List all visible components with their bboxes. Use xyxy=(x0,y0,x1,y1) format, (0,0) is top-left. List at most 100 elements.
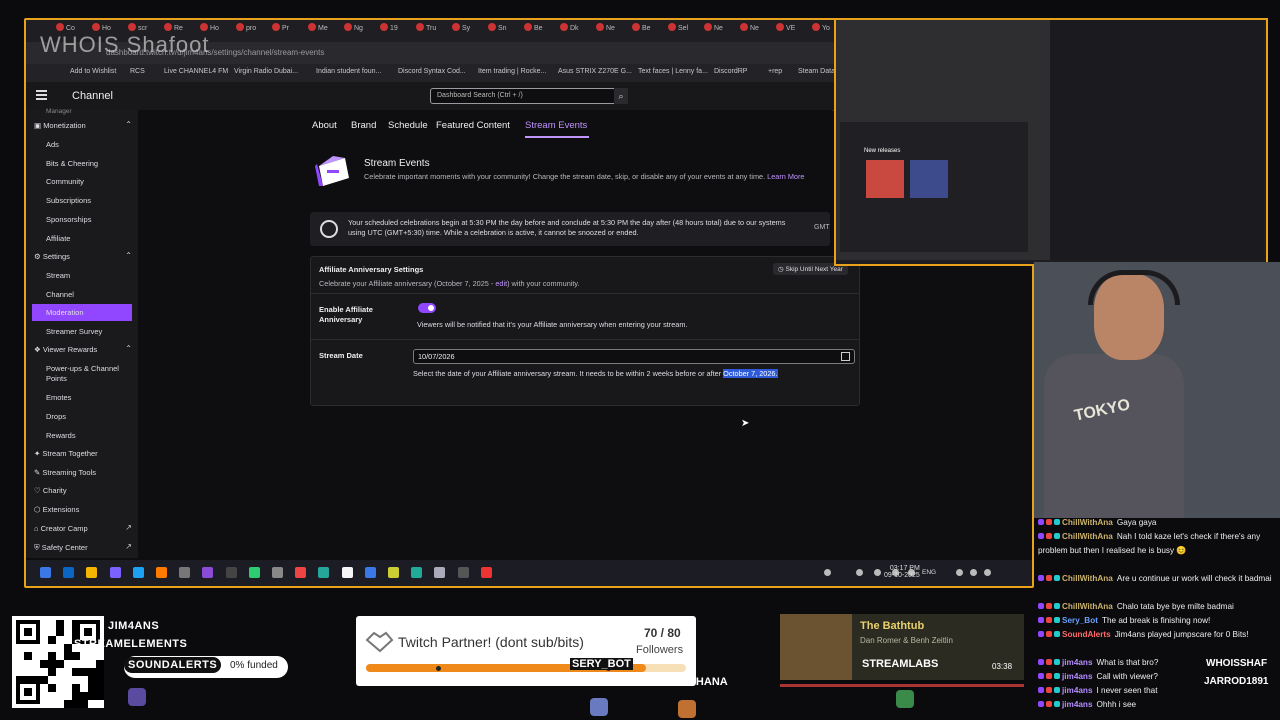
bookmark-link[interactable]: Asus STRIX Z270E G... xyxy=(558,68,632,75)
browser-tab[interactable]: Pr xyxy=(272,23,306,39)
taskbar-app-icon[interactable] xyxy=(272,567,283,578)
bookmark-link[interactable]: Indian student foun... xyxy=(316,68,381,75)
chat-username[interactable]: jim4ans xyxy=(1062,700,1093,709)
chevron-up-icon[interactable]: ⌃ xyxy=(125,344,132,353)
browser-tab[interactable]: VE xyxy=(776,23,810,39)
browser-tab[interactable]: Be xyxy=(632,23,666,39)
chat-username[interactable]: jim4ans xyxy=(1062,658,1093,667)
sidebar-item[interactable]: ♡ Charity xyxy=(34,486,67,495)
chat-username[interactable]: Sery_Bot xyxy=(1062,616,1098,625)
bookmark-link[interactable]: Add to Wishlist xyxy=(70,68,116,75)
browser-tab[interactable]: Ne xyxy=(740,23,774,39)
tray-icon[interactable] xyxy=(956,569,963,576)
sidebar-item[interactable]: Community xyxy=(46,177,84,186)
taskbar-app-icon[interactable] xyxy=(411,567,423,578)
taskbar-app-icon[interactable] xyxy=(457,567,469,578)
tab-schedule[interactable]: Schedule xyxy=(388,120,428,131)
tray-icon[interactable] xyxy=(856,569,863,576)
chat-username[interactable]: jim4ans xyxy=(1062,686,1093,695)
taskbar-app-icon[interactable] xyxy=(86,567,98,578)
browser-tab[interactable]: Ne xyxy=(704,23,738,39)
taskbar-app-icon[interactable] xyxy=(156,567,167,578)
taskbar-app-icon[interactable] xyxy=(480,567,492,578)
tab-about[interactable]: About xyxy=(312,120,337,131)
sidebar-item[interactable]: Sponsorships xyxy=(46,215,91,224)
browser-tab[interactable]: Be xyxy=(524,23,558,39)
chat-username[interactable]: ChillWithAna xyxy=(1062,518,1113,527)
bookmark-link[interactable]: Live CHANNEL4 FM xyxy=(164,68,228,75)
bookmark-link[interactable]: Item trading | Rocke... xyxy=(478,68,546,75)
browser-tab[interactable]: 19 xyxy=(380,23,414,39)
browser-tab[interactable]: pro xyxy=(236,23,270,39)
sidebar-item[interactable]: Moderation xyxy=(46,308,84,317)
tab-stream-events[interactable]: Stream Events xyxy=(525,120,587,131)
chat-username[interactable]: ChillWithAna xyxy=(1062,574,1113,583)
sidebar-item[interactable]: ✎ Streaming Tools xyxy=(34,468,96,477)
clock[interactable]: 03:17 PM 09-10-2025 xyxy=(884,565,920,579)
browser-tab[interactable]: Sn xyxy=(488,23,522,39)
bookmark-link[interactable]: +rep xyxy=(768,68,782,75)
sidebar-group-viewer-rewards[interactable]: ❖ Viewer Rewards xyxy=(34,345,97,354)
menu-icon[interactable] xyxy=(36,90,47,100)
date-value[interactable]: 10/07/2026 xyxy=(418,352,455,361)
bookmark-link[interactable]: RCS xyxy=(130,68,145,75)
learn-more-link[interactable]: Learn More xyxy=(767,172,804,181)
bookmark-link[interactable]: Discord Syntax Cod... xyxy=(398,68,466,75)
dashboard-search-input[interactable]: Dashboard Search (Ctrl + /) xyxy=(430,88,618,104)
taskbar-app-icon[interactable] xyxy=(40,567,51,578)
chat-username[interactable]: jim4ans xyxy=(1062,672,1093,681)
taskbar-app-icon[interactable] xyxy=(132,567,144,578)
sidebar-item-manager[interactable]: Manager xyxy=(46,108,72,115)
bookmark-link[interactable]: Steam Datab xyxy=(798,68,839,75)
taskbar-app-icon[interactable] xyxy=(109,567,121,578)
external-link-icon[interactable]: ↗ xyxy=(125,542,132,551)
sidebar-item[interactable]: Ads xyxy=(46,140,59,149)
sidebar-item[interactable]: Affiliate xyxy=(46,234,70,243)
tab-featured-content[interactable]: Featured Content xyxy=(436,120,510,131)
sidebar-item[interactable]: Rewards xyxy=(46,431,76,440)
taskbar-app-icon[interactable] xyxy=(63,567,75,578)
sidebar-item[interactable]: ✦ Stream Together xyxy=(34,449,98,458)
bookmark-link[interactable]: DiscordRP xyxy=(714,68,747,75)
browser-tab[interactable]: Tru xyxy=(416,23,450,39)
taskbar-app-icon[interactable] xyxy=(388,567,399,578)
sidebar-item[interactable]: Subscriptions xyxy=(46,196,91,205)
browser-tab[interactable]: Ng xyxy=(344,23,378,39)
sidebar-group-monetization[interactable]: ▣ Monetization xyxy=(34,121,86,130)
browser-tab[interactable]: Dk xyxy=(560,23,594,39)
chat-username[interactable]: ChillWithAna xyxy=(1062,532,1113,541)
taskbar-app-icon[interactable] xyxy=(318,567,330,578)
chevron-up-icon[interactable]: ⌃ xyxy=(125,251,132,260)
sidebar-item[interactable]: Bits & Cheering xyxy=(46,159,98,168)
taskbar-app-icon[interactable] xyxy=(364,567,376,578)
bookmark-link[interactable]: Text faces | Lenny fa... xyxy=(638,68,708,75)
search-icon[interactable]: ⌕ xyxy=(614,88,628,104)
chevron-up-icon[interactable]: ⌃ xyxy=(125,120,132,129)
sidebar-item[interactable]: Streamer Survey xyxy=(46,327,102,336)
sidebar-item[interactable]: ⌂ Creator Camp xyxy=(34,524,88,533)
calendar-icon[interactable] xyxy=(841,352,850,361)
sidebar-item[interactable]: Drops xyxy=(46,412,66,421)
edit-link[interactable]: edit xyxy=(495,279,507,288)
taskbar-app-icon[interactable] xyxy=(179,567,191,578)
sidebar-item[interactable]: Channel xyxy=(46,290,74,299)
tab-brand[interactable]: Brand xyxy=(351,120,376,131)
enable-toggle[interactable] xyxy=(418,303,436,313)
tray-icon[interactable] xyxy=(970,569,977,576)
chat-username[interactable]: ChillWithAna xyxy=(1062,602,1113,611)
browser-tab[interactable]: Sel xyxy=(668,23,702,39)
tray-icon[interactable] xyxy=(874,569,881,576)
tray-icon[interactable] xyxy=(984,569,991,576)
taskbar-app-icon[interactable] xyxy=(225,567,237,578)
sidebar-item[interactable]: ⬡ Extensions xyxy=(34,505,79,514)
browser-tab[interactable]: Ne xyxy=(596,23,630,39)
stream-date-input[interactable]: 10/07/2026 xyxy=(413,349,855,364)
taskbar-app-icon[interactable] xyxy=(295,567,307,578)
sidebar-item[interactable]: Power-ups & Channel Points xyxy=(46,364,126,384)
browser-tab[interactable]: Me xyxy=(308,23,342,39)
browser-tab[interactable]: Sy xyxy=(452,23,486,39)
sidebar-item[interactable]: Emotes xyxy=(46,393,71,402)
sidebar-item[interactable]: ⛨ Safety Center xyxy=(34,543,88,553)
tray-icon[interactable] xyxy=(824,569,831,576)
sidebar-group-settings[interactable]: ⚙ Settings xyxy=(34,252,70,261)
